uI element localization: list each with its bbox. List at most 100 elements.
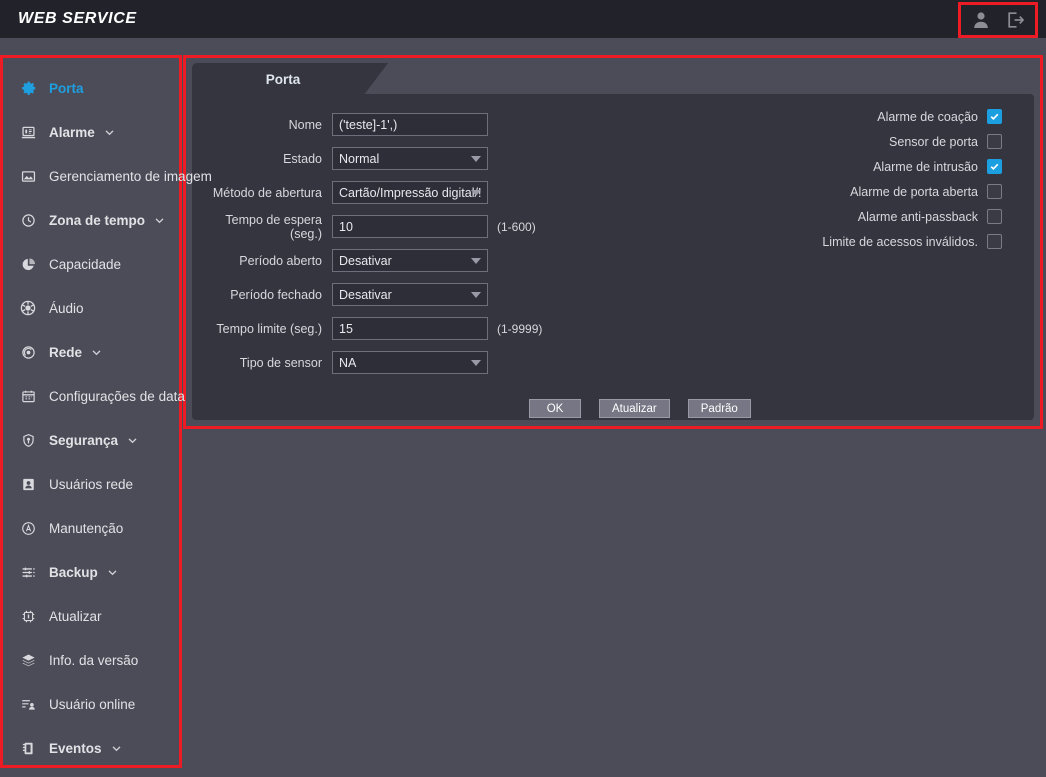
sidebar-item-label: Alarme [49, 124, 95, 140]
alarme-porta-aberta-checkbox[interactable] [987, 184, 1002, 199]
periodo-aberto-value: Desativar [339, 253, 392, 268]
field-label: Nome [288, 117, 322, 132]
estado-value: Normal [339, 151, 380, 166]
top-bar: WEB SERVICE [0, 0, 1046, 38]
alarme-intrusao-checkbox[interactable] [987, 159, 1002, 174]
sidebar-item-capacidade[interactable]: Capacidade [3, 242, 179, 286]
layers-icon [18, 650, 38, 670]
sidebar-item-usuario-online[interactable]: Usuário online [3, 682, 179, 726]
sidebar-item-seguranca[interactable]: Segurança [3, 418, 179, 462]
metodo-abertura-select[interactable]: Cartão/Impressão digital/! [332, 181, 488, 204]
tipo-sensor-select[interactable]: NA [332, 351, 488, 374]
door-settings-form: Nome ('teste]-1',) Estado Normal Método … [192, 94, 1034, 420]
atualizar-button[interactable]: Atualizar [599, 399, 670, 418]
field-label: Método de abertura [212, 185, 322, 200]
field-label: Estado [283, 151, 322, 166]
sidebar-item-zona-de-tempo[interactable]: Zona de tempo [3, 198, 179, 242]
sidebar-item-label: Áudio [49, 300, 84, 316]
padrao-button[interactable]: Padrão [687, 399, 751, 418]
chevron-down-icon [471, 189, 481, 196]
sidebar-item-atualizar[interactable]: Atualizar [3, 594, 179, 638]
checkbox-row-sensor-de-porta: Sensor de porta [622, 129, 1002, 154]
audio-icon [20, 300, 36, 316]
calendar-icon [18, 386, 38, 406]
sidebar-item-audio[interactable]: Áudio [3, 286, 179, 330]
form-buttons: OK Atualizar Padrão [529, 399, 751, 418]
maintenance-icon [18, 518, 38, 538]
sidebar-item-usuarios-rede[interactable]: Usuários rede [3, 462, 179, 506]
checkbox-label: Sensor de porta [889, 134, 978, 149]
limite-acessos-invalidos-checkbox[interactable] [987, 234, 1002, 249]
user-card-icon [18, 474, 38, 494]
shield-icon [18, 430, 38, 450]
periodo-aberto-select[interactable]: Desativar [332, 249, 488, 272]
chevron-down-icon [127, 435, 138, 446]
tempo-limite-input[interactable]: 15 [332, 317, 488, 340]
tipo-sensor-value: NA [339, 355, 357, 370]
chevron-down-icon [104, 127, 115, 138]
logout-icon[interactable] [1005, 10, 1025, 30]
image-icon [18, 166, 38, 186]
checkbox-row-alarme-de-coacao: Alarme de coação [622, 104, 1002, 129]
periodo-fechado-select[interactable]: Desativar [332, 283, 488, 306]
sidebar-item-info-da-versao[interactable]: Info. da versão [3, 638, 179, 682]
field-row-tipo-de-sensor: Tipo de sensor NA [192, 348, 612, 377]
tab-strip: Porta [192, 63, 1032, 95]
chevron-down-icon [91, 347, 102, 358]
tab-porta[interactable]: Porta [192, 63, 388, 95]
estado-select[interactable]: Normal [332, 147, 488, 170]
metodo-abertura-value: Cartão/Impressão digital/! [339, 185, 482, 200]
tempo-espera-input[interactable]: 10 [332, 215, 488, 238]
sidebar-item-label: Backup [49, 564, 98, 580]
field-label: Período aberto [239, 253, 322, 268]
field-label: Período fechado [230, 287, 322, 302]
chevron-down-icon [107, 567, 118, 578]
alarm-panel-icon [18, 122, 38, 142]
user-icon[interactable] [971, 10, 991, 30]
sidebar-item-gerenciamento-de-imagem[interactable]: Gerenciamento de imagem [3, 154, 212, 198]
sidebar-item-eventos[interactable]: Eventos [3, 726, 179, 770]
sidebar-item-label: Atualizar [49, 608, 102, 624]
field-label: Tempo de espera (seg.) [225, 212, 322, 241]
sidebar-item-porta[interactable]: Porta [3, 66, 179, 110]
sidebar-list: Porta Alarme Gerenciamento de imagem Zon… [3, 58, 212, 770]
pie-chart-icon [18, 254, 38, 274]
sidebar-item-alarme[interactable]: Alarme [3, 110, 179, 154]
field-row-periodo-fechado: Período fechado Desativar [192, 280, 612, 309]
checkbox-label: Alarme de intrusão [873, 159, 978, 174]
sliders-icon [18, 562, 38, 582]
field-row-tempo-de-espera: Tempo de espera (seg.) 10 (1-600) [192, 212, 612, 241]
sidebar-item-label: Segurança [49, 432, 119, 448]
sidebar-item-label: Usuário online [49, 696, 136, 712]
sidebar-item-label: Info. da versão [49, 652, 139, 668]
sidebar-item-label: Zona de tempo [49, 212, 146, 228]
sidebar-item-rede[interactable]: Rede [3, 330, 179, 374]
alarme-coacao-checkbox[interactable] [987, 109, 1002, 124]
checkbox-label: Limite de acessos inválidos. [822, 234, 978, 249]
field-row-periodo-aberto: Período aberto Desativar [192, 246, 612, 275]
app-title: WEB SERVICE [18, 10, 137, 27]
alarme-anti-passback-checkbox[interactable] [987, 209, 1002, 224]
panel: Porta Nome ('teste]-1',) Estado Normal M… [186, 58, 1040, 426]
checkbox-label: Alarme de coação [877, 109, 978, 124]
ok-button[interactable]: OK [529, 399, 581, 418]
tempo-limite-hint: (1-9999) [497, 321, 543, 336]
nome-input[interactable]: ('teste]-1',) [332, 113, 488, 136]
sidebar-item-label: Gerenciamento de imagem [49, 168, 212, 184]
sidebar-item-configuracoes-de-data[interactable]: Configurações de data [3, 374, 185, 418]
sidebar-item-manutencao[interactable]: Manutenção [3, 506, 179, 550]
checkbox-label: Alarme de porta aberta [850, 184, 978, 199]
sidebar-item-backup[interactable]: Backup [3, 550, 179, 594]
field-row-estado: Estado Normal [192, 144, 612, 173]
checkbox-row-limite-de-acessos-invalidos: Limite de acessos inválidos. [622, 229, 1002, 254]
chevron-down-icon [111, 743, 122, 754]
sidebar-item-label: Porta [49, 80, 84, 96]
field-label: Tipo de sensor [239, 355, 322, 370]
sidebar-item-label: Capacidade [49, 256, 122, 272]
checkbox-label: Alarme anti-passback [857, 209, 978, 224]
checkbox-row-alarme-de-porta-aberta: Alarme de porta aberta [622, 179, 1002, 204]
network-icon [18, 342, 38, 362]
sidebar-item-label: Rede [49, 344, 83, 360]
sensor-porta-checkbox[interactable] [987, 134, 1002, 149]
field-row-metodo-de-abertura: Método de abertura Cartão/Impressão digi… [192, 178, 612, 207]
